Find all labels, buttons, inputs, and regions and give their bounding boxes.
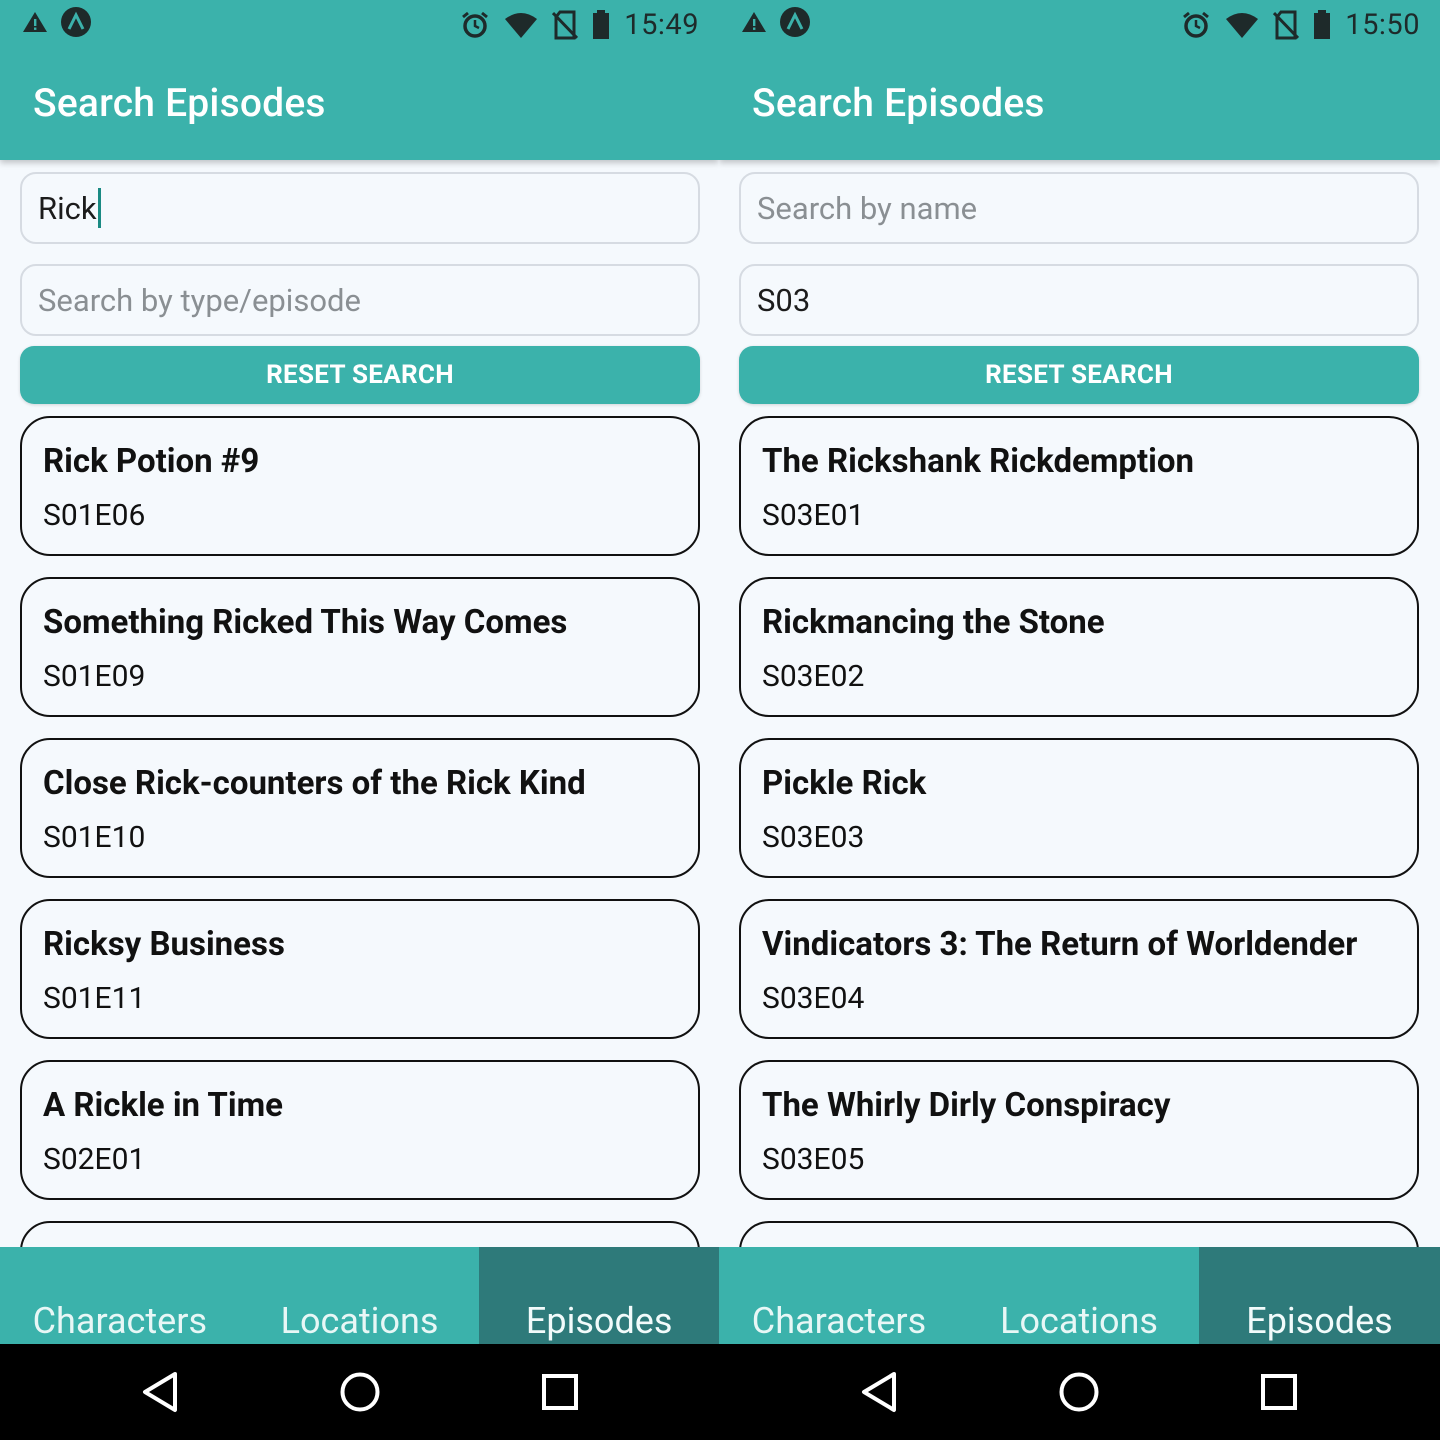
episode-name: Vindicators 3: The Return of Worldender [762, 925, 1358, 964]
status-time: 15:49 [624, 8, 699, 42]
episode-name: Rick Potion #9 [43, 442, 260, 481]
no-sim-icon [1273, 10, 1300, 40]
recents-icon [542, 1374, 578, 1410]
episode-card[interactable]: Close Rick-counters of the Rick Kind S01… [20, 738, 700, 878]
episode-code: S01E06 [43, 498, 146, 533]
back-button[interactable] [851, 1364, 907, 1420]
no-sim-icon [552, 10, 579, 40]
type-search-input[interactable]: S03 [739, 264, 1419, 336]
name-search-placeholder: Search by name [757, 189, 978, 227]
tab-label: Characters [751, 1300, 927, 1342]
episode-name: The Whirly Dirly Conspiracy [762, 1086, 1171, 1125]
home-icon [340, 1372, 380, 1412]
tab-label: Characters [32, 1300, 208, 1342]
home-icon [1059, 1372, 1099, 1412]
episode-name: Ricksy Business [43, 925, 285, 964]
episode-card[interactable]: The Rickshank Rickdemption S03E01 [739, 416, 1419, 556]
episode-code: S01E11 [43, 981, 146, 1016]
type-search-placeholder: Search by type/episode [38, 281, 361, 319]
recents-button[interactable] [1251, 1364, 1307, 1420]
warning-icon [742, 12, 766, 32]
name-search-input[interactable]: Search by name [739, 172, 1419, 244]
episode-code: S03E04 [762, 981, 865, 1016]
battery-icon [593, 10, 610, 39]
app-logo-icon [780, 7, 810, 37]
tab-characters[interactable]: Characters [719, 1247, 959, 1344]
episode-name: The Rickshank Rickdemption [762, 442, 1195, 481]
episode-card[interactable]: Ricksy Business S01E11 [20, 899, 700, 1039]
episode-code: S02E01 [43, 1142, 146, 1177]
name-search-value: Rick [38, 189, 97, 227]
page-title: Search Episodes [33, 80, 326, 126]
screen-right: 15:50 Search Episodes Search by name S03… [719, 0, 1440, 1344]
page-title: Search Episodes [752, 80, 1045, 126]
episode-card[interactable]: Something Ricked This Way Comes S01E09 [20, 577, 700, 717]
reset-search-button[interactable]: RESET SEARCH [739, 346, 1419, 404]
recents-icon [1261, 1374, 1297, 1410]
status-time: 15:50 [1345, 8, 1420, 42]
tab-label: Locations [1000, 1300, 1158, 1342]
episode-code: S03E05 [762, 1142, 865, 1177]
wifi-icon [1226, 13, 1259, 38]
back-icon [143, 1372, 177, 1412]
tab-label: Locations [280, 1300, 439, 1342]
alarm-icon [1183, 11, 1210, 38]
back-icon [862, 1372, 896, 1412]
app-logo-icon [61, 7, 91, 37]
tab-label: Episodes [525, 1300, 673, 1342]
bottom-navigation: Characters Locations Episodes [0, 1247, 719, 1344]
home-button[interactable] [1051, 1364, 1107, 1420]
warning-icon [23, 12, 47, 32]
tab-episodes[interactable]: Episodes [479, 1247, 719, 1344]
episode-name: Rickmancing the Stone [762, 603, 1105, 642]
tab-episodes[interactable]: Episodes [1199, 1247, 1440, 1344]
text-cursor [97, 188, 101, 228]
tab-locations[interactable]: Locations [959, 1247, 1199, 1344]
tab-characters[interactable]: Characters [0, 1247, 240, 1344]
app-bar: 15:49 Search Episodes [0, 0, 719, 160]
status-bar: 15:50 [719, 0, 1440, 50]
type-search-value: S03 [757, 281, 811, 319]
episode-code: S01E09 [43, 659, 146, 694]
app-bar: 15:50 Search Episodes [719, 0, 1440, 160]
episode-name: Close Rick-counters of the Rick Kind [43, 764, 586, 803]
battery-icon [1314, 10, 1331, 39]
home-button[interactable] [332, 1364, 388, 1420]
episode-code: S03E03 [762, 820, 865, 855]
back-button[interactable] [132, 1364, 188, 1420]
screen-left: 15:49 Search Episodes Rick Search by typ… [0, 0, 719, 1344]
tab-locations[interactable]: Locations [240, 1247, 480, 1344]
reset-search-button[interactable]: RESET SEARCH [20, 346, 700, 404]
episode-name: Pickle Rick [762, 764, 927, 803]
recents-button[interactable] [532, 1364, 588, 1420]
alarm-icon [462, 11, 489, 38]
type-search-input[interactable]: Search by type/episode [20, 264, 700, 336]
tab-label: Episodes [1246, 1300, 1393, 1342]
episode-card[interactable]: The Whirly Dirly Conspiracy S03E05 [739, 1060, 1419, 1200]
episode-code: S03E02 [762, 659, 865, 694]
bottom-navigation: Characters Locations Episodes [719, 1247, 1440, 1344]
episode-name: A Rickle in Time [43, 1086, 283, 1125]
name-search-input[interactable]: Rick [20, 172, 700, 244]
episode-card[interactable]: A Rickle in Time S02E01 [20, 1060, 700, 1200]
episode-card[interactable]: Vindicators 3: The Return of Worldender … [739, 899, 1419, 1039]
episode-code: S03E01 [762, 498, 865, 533]
episode-card[interactable]: Rick Potion #9 S01E06 [20, 416, 700, 556]
episode-card[interactable]: Pickle Rick S03E03 [739, 738, 1419, 878]
episode-card[interactable]: Rickmancing the Stone S03E02 [739, 577, 1419, 717]
episode-name: Something Ricked This Way Comes [43, 603, 568, 642]
episode-code: S01E10 [43, 820, 146, 855]
status-bar: 15:49 [0, 0, 719, 50]
system-navigation-bar [0, 1344, 1440, 1440]
wifi-icon [505, 13, 538, 38]
